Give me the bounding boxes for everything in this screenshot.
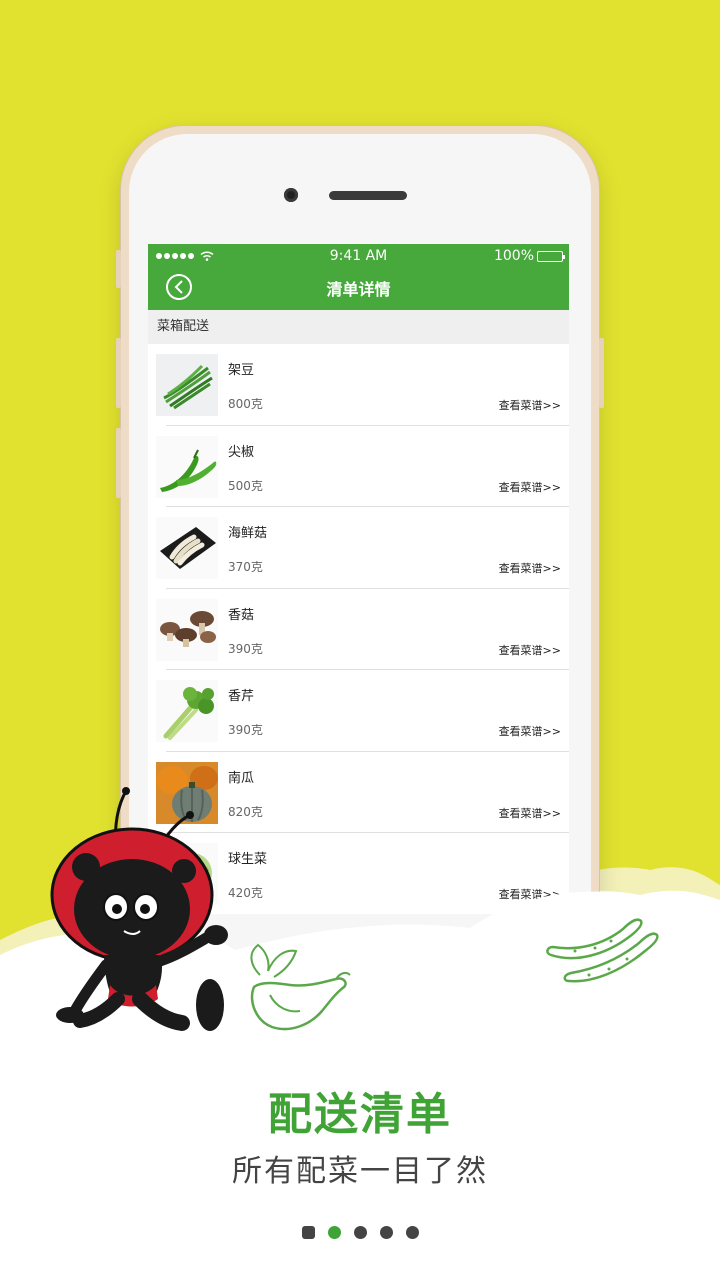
list-item[interactable]: 香菇 390克 查看菜谱>> <box>156 589 569 670</box>
item-name: 尖椒 <box>228 444 255 460</box>
nav-bar: 清单详情 <box>148 268 569 310</box>
eggplant-radish-doodle-icon <box>250 943 351 1031</box>
view-recipe-link[interactable]: 查看菜谱>> <box>499 560 561 576</box>
list-item[interactable]: 尖椒 500克 查看菜谱>> <box>156 426 569 507</box>
page-dot[interactable] <box>353 1226 367 1239</box>
item-name: 香菇 <box>228 607 255 623</box>
page-dot-active[interactable] <box>327 1226 341 1239</box>
volume-up-button <box>116 338 121 408</box>
status-time: 9:41 AM <box>329 248 388 264</box>
view-recipe-link[interactable]: 查看菜谱>> <box>499 723 561 739</box>
list-item[interactable]: 架豆 800克 查看菜谱>> <box>156 344 569 426</box>
item-weight: 370克 <box>228 560 263 574</box>
celery-image <box>156 680 218 742</box>
promo-headline: 配送清单 <box>268 1089 452 1140</box>
item-name: 架豆 <box>228 363 255 378</box>
seafood-mushroom-image <box>156 517 218 579</box>
page-dot[interactable] <box>301 1226 315 1239</box>
item-weight: 500克 <box>228 478 263 493</box>
view-recipe-link[interactable]: 查看菜谱>> <box>499 886 561 902</box>
status-bar: 9:41 AM 100% <box>148 244 569 268</box>
item-name: 海鲜菇 <box>228 526 268 541</box>
camera-icon <box>284 188 298 202</box>
list-item[interactable]: 香芹 390克 查看菜谱>> <box>156 670 569 752</box>
ladybug-mascot <box>50 787 228 1031</box>
speaker-grille <box>329 191 407 200</box>
mute-switch <box>116 250 121 288</box>
cucumber-doodle-icon <box>546 918 659 983</box>
item-name: 南瓜 <box>228 770 255 786</box>
item-weight: 800克 <box>228 397 263 411</box>
item-weight: 390克 <box>228 641 263 656</box>
view-recipe-link[interactable]: 查看菜谱>> <box>499 397 561 413</box>
power-button <box>599 338 604 408</box>
page-dot[interactable] <box>405 1226 419 1239</box>
promo-subtitle: 所有配菜一目了然 <box>232 1154 488 1189</box>
page-title: 清单详情 <box>326 280 391 299</box>
volume-down-button <box>116 428 121 498</box>
list-item[interactable]: 海鲜菇 370克 查看菜谱>> <box>156 507 569 589</box>
item-weight: 390克 <box>228 723 263 737</box>
green-pepper-image <box>156 435 218 498</box>
page-dot[interactable] <box>379 1226 393 1239</box>
item-name: 香芹 <box>228 689 255 704</box>
view-recipe-link[interactable]: 查看菜谱>> <box>499 479 561 495</box>
page-indicator[interactable] <box>0 1226 720 1239</box>
battery-icon <box>537 250 565 262</box>
view-recipe-link[interactable]: 查看菜谱>> <box>499 642 561 658</box>
shiitake-image <box>156 598 218 661</box>
green-beans-image <box>156 354 218 416</box>
section-header: 菜箱配送 <box>148 310 569 344</box>
view-recipe-link[interactable]: 查看菜谱>> <box>499 805 561 821</box>
